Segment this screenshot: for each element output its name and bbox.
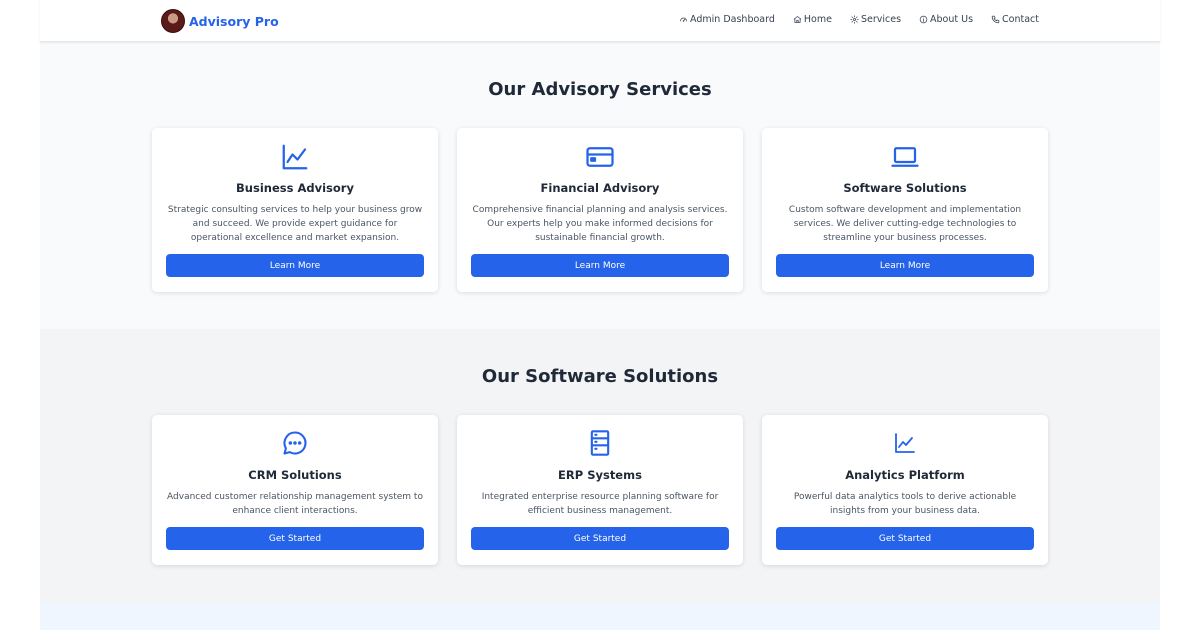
nav-services[interactable]: Services xyxy=(850,14,901,25)
card-title: CRM Solutions xyxy=(248,468,342,482)
info-icon xyxy=(919,15,928,24)
nav-home[interactable]: Home xyxy=(793,14,832,25)
gear-icon xyxy=(850,15,859,24)
avatar xyxy=(161,9,185,33)
nav-admin-dashboard[interactable]: Admin Dashboard xyxy=(679,14,775,25)
get-started-button[interactable]: Get Started xyxy=(776,527,1034,550)
service-card-software-solutions: Software Solutions Custom software devel… xyxy=(762,128,1048,292)
card-description: Custom software development and implemen… xyxy=(788,205,1022,243)
server-icon xyxy=(590,430,610,456)
learn-more-button[interactable]: Learn More xyxy=(776,254,1034,277)
nav-contact[interactable]: Contact xyxy=(991,14,1039,25)
nav-label: Services xyxy=(860,14,902,25)
main-nav: Admin Dashboard Home Services About Us C… xyxy=(661,14,1039,25)
chat-icon xyxy=(283,431,307,455)
card-title: Business Advisory xyxy=(236,181,354,195)
software-solutions-section: Our Software Solutions CRM Solutions Adv… xyxy=(40,329,1160,602)
nav-label: Admin Dashboard xyxy=(690,14,775,25)
software-card-erp: ERP Systems Integrated enterprise resour… xyxy=(457,415,743,565)
software-card-crm: CRM Solutions Advanced customer relation… xyxy=(152,415,438,565)
card-title: ERP Systems xyxy=(558,468,642,482)
section-title: Our Advisory Services xyxy=(488,79,712,100)
brand-link[interactable]: Advisory Pro xyxy=(161,9,279,33)
card-description: Comprehensive financial planning and ana… xyxy=(472,205,728,243)
nav-label: Contact xyxy=(1002,14,1039,25)
section-title: Our Software Solutions xyxy=(481,366,719,387)
navbar: Advisory Pro Admin Dashboard Home Servic… xyxy=(40,0,1160,42)
nav-label: About Us xyxy=(930,14,974,25)
brand-name: Advisory Pro xyxy=(189,13,279,29)
card-title: Software Solutions xyxy=(843,181,967,195)
card-description: Advanced customer relationship managemen… xyxy=(167,492,423,516)
get-started-button[interactable]: Get Started xyxy=(471,527,729,550)
nav-about-us[interactable]: About Us xyxy=(919,14,973,25)
learn-more-button[interactable]: Learn More xyxy=(471,254,729,277)
learn-more-button[interactable]: Learn More xyxy=(166,254,424,277)
laptop-icon xyxy=(891,147,919,167)
card-description: Powerful data analytics tools to derive … xyxy=(793,492,1017,516)
software-card-analytics: Analytics Platform Powerful data analyti… xyxy=(762,415,1048,565)
next-section-band xyxy=(40,602,1160,630)
chart-line-icon xyxy=(282,144,308,170)
credit-card-icon xyxy=(586,147,614,167)
advisory-services-section: Our Advisory Services Business Advisory … xyxy=(40,42,1160,329)
analytics-icon xyxy=(895,433,915,453)
card-description: Strategic consulting services to help yo… xyxy=(167,205,423,243)
service-card-financial-advisory: Financial Advisory Comprehensive financi… xyxy=(457,128,743,292)
get-started-button[interactable]: Get Started xyxy=(166,527,424,550)
home-icon xyxy=(793,16,802,23)
card-title: Analytics Platform xyxy=(845,468,965,482)
nav-label: Home xyxy=(803,14,832,25)
phone-icon xyxy=(991,15,1000,24)
card-title: Financial Advisory xyxy=(540,181,660,195)
service-card-business-advisory: Business Advisory Strategic consulting s… xyxy=(152,128,438,292)
card-description: Integrated enterprise resource planning … xyxy=(481,492,719,516)
dashboard-icon xyxy=(680,17,687,22)
page: Advisory Pro Admin Dashboard Home Servic… xyxy=(0,0,1200,630)
